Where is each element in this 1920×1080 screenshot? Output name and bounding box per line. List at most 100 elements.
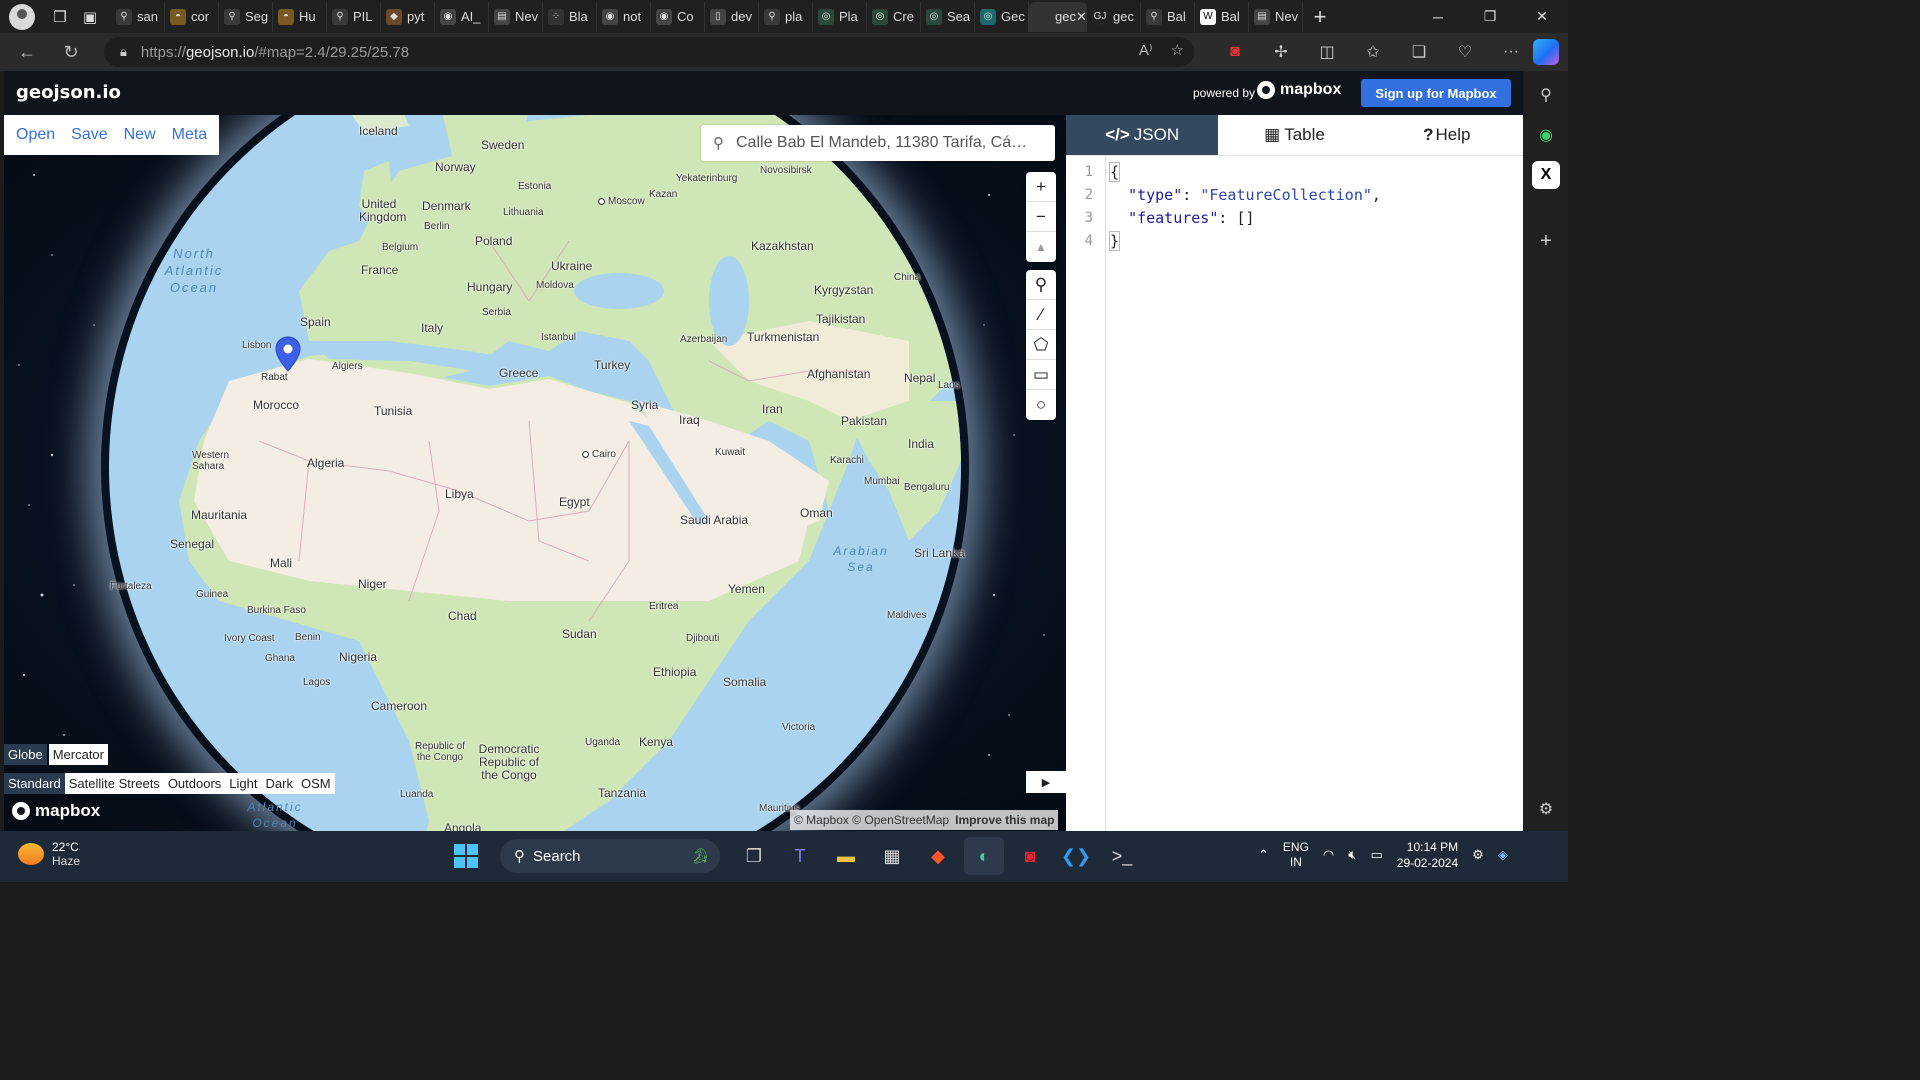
battery-icon[interactable]: ▭ [1370, 847, 1382, 863]
extensions-icon[interactable]: ✢ [1258, 37, 1304, 67]
browser-tab[interactable]: ◓ Hu [273, 1, 327, 32]
restore-icon[interactable]: ❐ [1464, 0, 1516, 33]
style-outdoors[interactable]: Outdoors [164, 773, 225, 794]
tab-actions-icon[interactable]: ▣ [75, 4, 105, 30]
attribution-mapbox[interactable]: © Mapbox [794, 813, 849, 827]
browser-tab[interactable]: W Bal [1195, 1, 1249, 32]
split-screen-icon[interactable]: ◫ [1304, 37, 1350, 67]
mapbox-logo[interactable]: mapbox [1257, 81, 1341, 99]
browser-tab[interactable]: ⚲ Seg [219, 1, 273, 32]
tab-json[interactable]: </> JSON [1066, 115, 1219, 155]
taskbar-search[interactable]: ⚲ Search 🐊︎ [500, 839, 720, 873]
address-bar[interactable]: 🔒︎ https://geojson.io/#map=2.4/29.25/25.… [104, 37, 1194, 67]
browser-tab[interactable]: ◉ Co [651, 1, 705, 32]
code-line[interactable]: "type": "FeatureCollection", [1110, 184, 1381, 207]
profile-avatar[interactable] [9, 3, 35, 30]
collapse-panel-button[interactable]: ▶ [1026, 771, 1066, 793]
search-input[interactable]: Calle Bab El Mandeb, 11380 Tarifa, Cá… [736, 134, 1026, 152]
style-dark[interactable]: Dark [262, 773, 297, 794]
json-editor[interactable]: 1 2 3 4 { "type": "FeatureCollection", "… [1066, 157, 1523, 831]
code-line[interactable]: { [1108, 161, 1381, 184]
collections-icon[interactable]: ❏ [1396, 37, 1442, 67]
tray-overflow-icon[interactable]: ⌃ [1258, 847, 1269, 863]
recorder-icon[interactable]: ◙ [1010, 837, 1050, 875]
browser-tab[interactable]: ◎ Gec [975, 1, 1029, 32]
copilot-taskbar-icon[interactable]: ◈ [1498, 847, 1508, 863]
copilot-button[interactable] [1524, 33, 1568, 71]
style-osm[interactable]: OSM [297, 773, 335, 794]
favorites-icon[interactable]: ✩ [1350, 37, 1396, 67]
browser-tab[interactable]: ▯ dev [705, 1, 759, 32]
attribution-osm[interactable]: © OpenStreetMap [852, 813, 949, 827]
code-line[interactable]: "features": [] [1110, 207, 1381, 230]
browser-tab[interactable]: ◆ pyt [381, 1, 435, 32]
map-canvas[interactable]: Iceland Sweden Norway Estonia Yekaterinb… [4, 115, 1066, 831]
style-satellite-streets[interactable]: Satellite Streets [65, 773, 164, 794]
extension-record-icon[interactable]: ◙ [1212, 37, 1258, 67]
refresh-icon[interactable]: ↻ [52, 37, 90, 67]
browser-tab[interactable]: ◎ Sea [921, 1, 975, 32]
draw-line-icon[interactable]: ∕ [1026, 300, 1056, 330]
compass-button[interactable]: ▲ [1026, 232, 1056, 262]
x-app-icon[interactable]: X [1532, 161, 1560, 189]
improve-map-link[interactable]: Improve this map [955, 813, 1054, 827]
app-title[interactable]: geojson.io [16, 82, 121, 103]
signup-button[interactable]: Sign up for Mapbox [1361, 79, 1511, 107]
close-tab-icon[interactable]: ✕ [1076, 9, 1086, 25]
lock-icon[interactable]: 🔒︎ [120, 44, 127, 60]
new-tab-button[interactable]: + [1303, 4, 1337, 30]
geocoder-search[interactable]: ⚲ Calle Bab El Mandeb, 11380 Tarifa, Cá… [701, 125, 1055, 161]
workspaces-icon[interactable]: ❐ [45, 4, 75, 30]
zoom-in-button[interactable]: + [1026, 172, 1056, 202]
location-marker-icon[interactable] [275, 336, 301, 372]
menu-save[interactable]: Save [63, 126, 115, 144]
draw-polygon-icon[interactable]: ⬠ [1026, 330, 1056, 360]
vscode-icon[interactable]: ❮❯ [1056, 837, 1096, 875]
weather-widget[interactable]: 22°C Haze [18, 840, 80, 868]
read-aloud-icon[interactable]: A⁾ [1139, 41, 1153, 59]
favorite-star-icon[interactable]: ☆ [1171, 41, 1184, 59]
volume-muted-icon[interactable]: 🔇︎ [1348, 847, 1356, 863]
projection-mercator[interactable]: Mercator [48, 744, 108, 765]
browser-tab[interactable]: ▤ Nev [489, 1, 543, 32]
browser-tab[interactable]: ⚲ PIL [327, 1, 381, 32]
draw-circle-icon[interactable]: ○ [1026, 390, 1056, 420]
clock[interactable]: 10:14 PM 29-02-2024 [1397, 839, 1458, 871]
notification-icon[interactable]: ⚙ [1472, 847, 1484, 863]
code-lines[interactable]: { "type": "FeatureCollection", "features… [1108, 157, 1381, 253]
menu-new[interactable]: New [116, 126, 164, 144]
browser-tab[interactable]: ⚲ Bal [1141, 1, 1195, 32]
tab-help[interactable]: ? Help [1371, 115, 1523, 155]
back-icon[interactable]: ← [8, 37, 46, 67]
start-button[interactable] [446, 837, 486, 875]
browser-tab[interactable]: ◉ not [597, 1, 651, 32]
browser-tab[interactable]: ▤ Nev [1249, 1, 1303, 32]
browser-tab[interactable]: ◎ Pla [813, 1, 867, 32]
browser-tab[interactable]: ⚲ pla [759, 1, 813, 32]
mapbox-map-logo[interactable]: mapbox [12, 801, 100, 821]
sidebar-settings-icon[interactable]: ⚙ [1532, 795, 1560, 823]
browser-tab[interactable]: ◎ Cre [867, 1, 921, 32]
minimize-icon[interactable]: ─ [1412, 0, 1464, 33]
wifi-icon[interactable]: ◠ [1323, 847, 1334, 863]
terminal-icon[interactable]: >_ [1102, 837, 1142, 875]
microsoft-store-icon[interactable]: ▦ [872, 837, 912, 875]
style-light[interactable]: Light [225, 773, 261, 794]
task-view-icon[interactable]: ❐ [734, 837, 774, 875]
browser-essentials-icon[interactable]: ♡ [1442, 37, 1488, 67]
tab-table[interactable]: ▦ Table [1218, 115, 1370, 155]
url-text[interactable]: https://geojson.io/#map=2.4/29.25/25.78 [141, 44, 409, 61]
browser-tab[interactable]: ◓ cor [165, 1, 219, 32]
menu-meta[interactable]: Meta [164, 126, 216, 144]
file-explorer-icon[interactable]: ▬ [826, 837, 866, 875]
whatsapp-icon[interactable]: ◉ [1532, 121, 1560, 149]
close-window-icon[interactable]: ✕ [1516, 0, 1568, 33]
zoom-out-button[interactable]: − [1026, 202, 1056, 232]
teams-icon[interactable]: T [780, 837, 820, 875]
browser-tab[interactable]: gec ✕ [1029, 1, 1087, 32]
browser-tab[interactable]: GJ gec [1087, 1, 1141, 32]
projection-globe[interactable]: Globe [4, 744, 47, 765]
draw-point-icon[interactable]: ⚲ [1026, 270, 1056, 300]
browser-tab[interactable]: ⁘ Bla [543, 1, 597, 32]
language-indicator[interactable]: ENG IN [1283, 840, 1309, 870]
